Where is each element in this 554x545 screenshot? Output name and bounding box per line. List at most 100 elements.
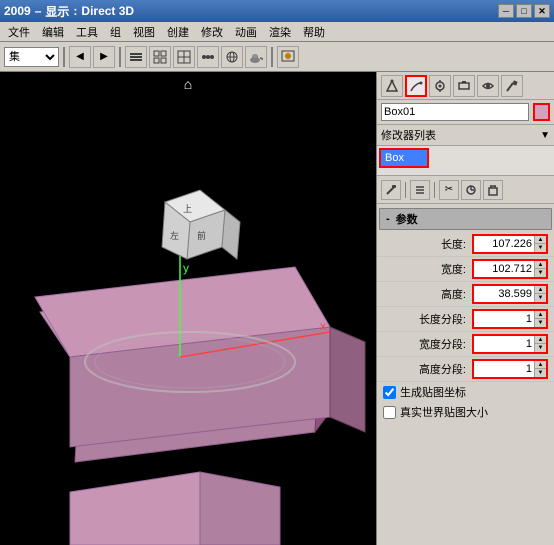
- svg-text:y: y: [183, 261, 189, 275]
- right-panel-toolbar: [377, 72, 554, 100]
- param-row-length-segs: 长度分段: ▲ ▼: [377, 307, 554, 332]
- menu-item-modify[interactable]: 修改: [195, 22, 229, 42]
- dots-button[interactable]: [197, 46, 219, 68]
- paste-button[interactable]: [461, 180, 481, 200]
- toolbar-sep-1: [63, 47, 65, 67]
- grid-button[interactable]: [149, 46, 171, 68]
- params-header: - 参数: [379, 208, 552, 230]
- param-input-length-wrap: ▲ ▼: [472, 234, 548, 254]
- parameters-section: - 参数 长度: ▲ ▼ 宽度: ▲: [377, 204, 554, 545]
- param-row-width: 宽度: ▲ ▼: [377, 257, 554, 282]
- maximize-button[interactable]: □: [516, 4, 532, 18]
- param-input-height-segs[interactable]: [474, 361, 534, 377]
- params-collapse-button[interactable]: -: [386, 213, 390, 225]
- param-input-width[interactable]: [474, 261, 534, 277]
- delete-modifier-button[interactable]: [483, 180, 503, 200]
- param-spin-down-height[interactable]: ▼: [535, 294, 546, 302]
- param-spin-up-height[interactable]: ▲: [535, 286, 546, 294]
- svg-text:左: 左: [170, 230, 179, 241]
- param-input-width-segs-wrap: ▲ ▼: [472, 334, 548, 354]
- param-spin-up-length[interactable]: ▲: [535, 236, 546, 244]
- param-spin-up-width-segs[interactable]: ▲: [535, 336, 546, 344]
- param-input-length[interactable]: [474, 236, 534, 252]
- param-input-width-segs[interactable]: [474, 336, 534, 352]
- modifier-box-item[interactable]: Box: [379, 148, 429, 168]
- utilities-tab-button[interactable]: [501, 75, 523, 97]
- scene-button[interactable]: [173, 46, 195, 68]
- title-colon: :: [73, 4, 77, 18]
- title-text: 2009 – 显示 : Direct 3D: [4, 3, 134, 20]
- prev-button[interactable]: ◀: [69, 46, 91, 68]
- param-spinner-width: ▲ ▼: [534, 261, 546, 277]
- modify-tab-button[interactable]: [405, 75, 427, 97]
- close-button[interactable]: ✕: [534, 4, 550, 18]
- param-spin-down-height-segs[interactable]: ▼: [535, 369, 546, 377]
- menu-item-file[interactable]: 文件: [2, 22, 36, 42]
- selection-set-dropdown[interactable]: 集: [4, 47, 59, 67]
- title-bar-buttons: ─ □ ✕: [498, 4, 550, 18]
- generate-uvw-label: 生成贴图坐标: [400, 384, 466, 400]
- generate-uvw-checkbox[interactable]: [383, 386, 396, 399]
- modifier-list-header: 修改器列表 ▼: [377, 125, 554, 146]
- display-tab-button[interactable]: [477, 75, 499, 97]
- name-row: [377, 100, 554, 125]
- checkbox-row-real-world: 真实世界贴图大小: [377, 402, 554, 422]
- title-separator: –: [35, 4, 42, 18]
- menu-item-help[interactable]: 帮助: [297, 22, 331, 42]
- teapot-button[interactable]: [245, 46, 267, 68]
- layers-button[interactable]: [125, 46, 147, 68]
- param-label-width: 宽度:: [383, 261, 472, 277]
- menu-item-create[interactable]: 创建: [161, 22, 195, 42]
- title-menu: 显示: [45, 3, 69, 20]
- real-world-map-checkbox[interactable]: [383, 406, 396, 419]
- param-spin-up-length-segs[interactable]: ▲: [535, 311, 546, 319]
- param-spin-down-length[interactable]: ▼: [535, 244, 546, 252]
- menu-item-edit[interactable]: 编辑: [36, 22, 70, 42]
- menu-item-animation[interactable]: 动画: [229, 22, 263, 42]
- cut-button[interactable]: ✂: [439, 180, 459, 200]
- render-button[interactable]: [277, 46, 299, 68]
- menu-item-tools[interactable]: 工具: [70, 22, 104, 42]
- param-input-width-wrap: ▲ ▼: [472, 259, 548, 279]
- param-input-length-segs-wrap: ▲ ▼: [472, 309, 548, 329]
- param-spinner-height: ▲ ▼: [534, 286, 546, 302]
- param-input-height[interactable]: [474, 286, 534, 302]
- param-row-height-segs: 高度分段: ▲ ▼: [377, 357, 554, 382]
- minimize-button[interactable]: ─: [498, 4, 514, 18]
- viewport[interactable]: ⌂ y x: [0, 72, 376, 545]
- menu-item-view[interactable]: 视图: [127, 22, 161, 42]
- param-label-length-segs: 长度分段:: [383, 311, 472, 327]
- toolbar-sep-2: [119, 47, 121, 67]
- main-area: ⌂ y x: [0, 72, 554, 545]
- param-spin-up-width[interactable]: ▲: [535, 261, 546, 269]
- svg-text:上: 上: [183, 204, 192, 214]
- param-input-length-segs[interactable]: [474, 311, 534, 327]
- param-spinner-length: ▲ ▼: [534, 236, 546, 252]
- param-spinner-width-segs: ▲ ▼: [534, 336, 546, 352]
- object-name-input[interactable]: [381, 103, 529, 121]
- create-tab-button[interactable]: [381, 75, 403, 97]
- object-color-swatch[interactable]: [533, 103, 550, 121]
- motion-tab-button[interactable]: [453, 75, 475, 97]
- param-spin-up-height-segs[interactable]: ▲: [535, 361, 546, 369]
- pin-stack-button[interactable]: [381, 180, 401, 200]
- hierarchy-tab-button[interactable]: [429, 75, 451, 97]
- param-label-height: 高度:: [383, 286, 472, 302]
- param-spin-down-width-segs[interactable]: ▼: [535, 344, 546, 352]
- modifier-list-arrow[interactable]: ▼: [540, 130, 550, 141]
- toolbar2-sep2: [434, 182, 435, 198]
- params-header-label: 参数: [396, 211, 418, 227]
- next-button[interactable]: ▶: [93, 46, 115, 68]
- stack-display-button[interactable]: [410, 180, 430, 200]
- menu-item-group[interactable]: 组: [104, 22, 127, 42]
- menu-item-render[interactable]: 渲染: [263, 22, 297, 42]
- param-label-height-segs: 高度分段:: [383, 361, 472, 377]
- param-label-length: 长度:: [383, 236, 472, 252]
- param-label-width-segs: 宽度分段:: [383, 336, 472, 352]
- param-spin-down-length-segs[interactable]: ▼: [535, 319, 546, 327]
- scene-svg: y x 上 前 左: [0, 72, 376, 545]
- object-button[interactable]: [221, 46, 243, 68]
- param-row-height: 高度: ▲ ▼: [377, 282, 554, 307]
- param-spin-down-width[interactable]: ▼: [535, 269, 546, 277]
- modifier-stack-toolbar: ✂: [377, 176, 554, 204]
